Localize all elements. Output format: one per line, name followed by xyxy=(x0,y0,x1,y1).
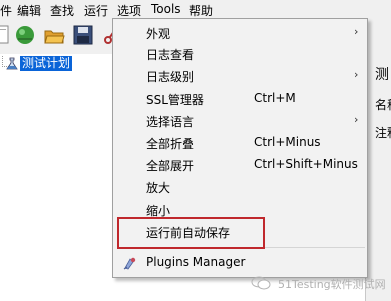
right-panel: 测 名称 注释 xyxy=(365,54,391,301)
panel-title: 测 xyxy=(375,67,389,83)
menu-item-shortcut: Ctrl+Shift+Minus xyxy=(254,157,358,171)
menu-item-label: 选择语言 xyxy=(146,115,195,129)
menu-item-log-level[interactable]: 日志级别 › xyxy=(113,65,367,86)
menu-item-label: Plugins Manager xyxy=(146,255,246,269)
menu-item-collapse-all[interactable]: 全部折叠 Ctrl+Minus xyxy=(113,132,367,153)
menu-item-label: 外观 xyxy=(146,27,171,41)
menu-item-shortcut: Ctrl+M xyxy=(254,91,296,105)
menu-item-shortcut: Ctrl+Minus xyxy=(254,135,321,149)
menu-item-label: 日志查看 xyxy=(146,48,195,62)
menu-item-label: 全部折叠 xyxy=(146,137,195,151)
menu-item-zoom-in[interactable]: 放大 xyxy=(113,176,367,197)
menu-item-label: 日志级别 xyxy=(146,70,195,84)
menu-item-label: SSL管理器 xyxy=(146,93,204,107)
test-plan-tree: 测试计划 xyxy=(0,54,118,301)
submenu-arrow-icon: › xyxy=(354,25,359,38)
watermark-text: 51Testing软件测试网 xyxy=(278,278,386,291)
menu-item-ssl-manager[interactable]: SSL管理器 Ctrl+M xyxy=(113,88,367,109)
tree-node-test-plan[interactable]: 测试计划 xyxy=(0,56,118,72)
wechat-icon xyxy=(251,276,271,290)
menu-item-log-viewer[interactable]: 日志查看 xyxy=(113,43,367,64)
menu-item-label: 放大 xyxy=(146,181,171,195)
menu-run[interactable]: 运行 xyxy=(84,2,108,19)
menu-bar: 件 编辑 查找 运行 选项 Tools 帮助 xyxy=(0,0,391,18)
plugin-icon xyxy=(123,257,136,270)
save-icon[interactable] xyxy=(72,23,94,47)
menu-tools[interactable]: Tools xyxy=(151,2,181,16)
menu-search[interactable]: 查找 xyxy=(50,2,74,19)
test-plan-icon xyxy=(6,57,18,70)
highlight-box xyxy=(117,217,265,249)
submenu-arrow-icon: › xyxy=(354,113,359,126)
open-icon[interactable] xyxy=(43,23,65,47)
menu-options[interactable]: 选项 xyxy=(117,2,141,19)
tree-node-label[interactable]: 测试计划 xyxy=(20,56,73,71)
menu-item-choose-language[interactable]: 选择语言 › xyxy=(113,110,367,131)
menu-edit[interactable]: 编辑 xyxy=(17,2,41,19)
name-label: 名称 xyxy=(375,98,391,112)
submenu-arrow-icon: › xyxy=(354,68,359,81)
menu-help[interactable]: 帮助 xyxy=(189,2,213,19)
templates-icon[interactable] xyxy=(14,23,36,47)
menu-file[interactable]: 件 xyxy=(0,2,12,19)
menu-item-label: 全部展开 xyxy=(146,159,195,173)
menu-item-plugins-manager[interactable]: Plugins Manager xyxy=(113,252,367,273)
menu-item-expand-all[interactable]: 全部展开 Ctrl+Shift+Minus xyxy=(113,154,367,175)
comment-label: 注释 xyxy=(375,126,391,140)
options-menu: 外观 › 日志查看 日志级别 › SSL管理器 Ctrl+M 选择语言 › 全部… xyxy=(112,18,368,278)
menu-item-appearance[interactable]: 外观 › xyxy=(113,22,367,43)
